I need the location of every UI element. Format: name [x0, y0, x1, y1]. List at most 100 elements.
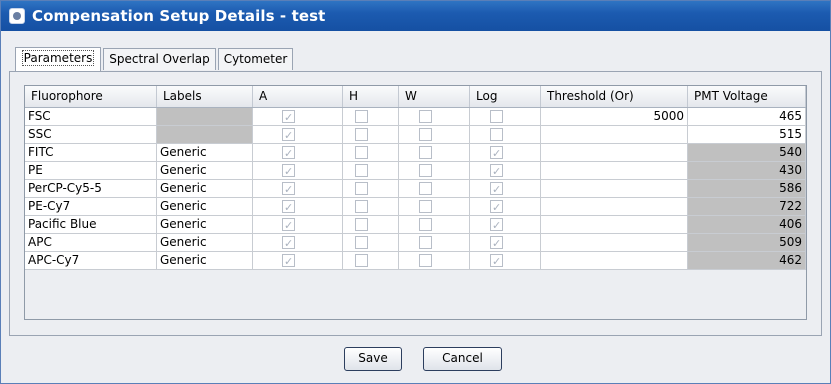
col-pmt-voltage-cell[interactable]: 462	[688, 252, 806, 270]
col-log-cell[interactable]	[470, 252, 541, 270]
table-row[interactable]: FSC 5000465	[25, 108, 806, 126]
col-fluorophore-cell[interactable]: SSC	[25, 126, 157, 144]
col-pmt-voltage-cell[interactable]: 515	[688, 126, 806, 144]
a-checkbox[interactable]	[282, 127, 295, 143]
table-row[interactable]: PEGeneric 430	[25, 162, 806, 180]
table-row[interactable]: FITCGeneric 540	[25, 144, 806, 162]
col-w-cell[interactable]	[399, 108, 470, 126]
col-pmt-voltage-cell[interactable]: 465	[688, 108, 806, 126]
col-threshold-cell[interactable]	[541, 216, 688, 234]
col-threshold-cell[interactable]: 5000	[541, 108, 688, 126]
col-labels-cell[interactable]	[157, 108, 253, 126]
log-checkbox[interactable]	[490, 199, 503, 215]
col-labels-cell[interactable]: Generic	[157, 198, 253, 216]
a-checkbox[interactable]	[282, 199, 295, 215]
tab-spectral-overlap[interactable]: Spectral Overlap	[103, 48, 216, 70]
col-a-cell[interactable]	[253, 108, 343, 126]
col-pmt-voltage-cell[interactable]: 540	[688, 144, 806, 162]
col-h-cell[interactable]	[343, 216, 399, 234]
col-a-cell[interactable]	[253, 252, 343, 270]
header-col-log[interactable]: Log	[470, 86, 541, 107]
w-checkbox[interactable]	[419, 128, 432, 141]
col-labels-cell[interactable]: Generic	[157, 144, 253, 162]
col-w-cell[interactable]	[399, 252, 470, 270]
col-fluorophore-cell[interactable]: PE	[25, 162, 157, 180]
w-checkbox[interactable]	[419, 164, 432, 177]
col-pmt-voltage-cell[interactable]: 509	[688, 234, 806, 252]
col-log-cell[interactable]	[470, 126, 541, 144]
h-checkbox[interactable]	[355, 146, 368, 159]
table-row[interactable]: APCGeneric 509	[25, 234, 806, 252]
a-checkbox[interactable]	[282, 145, 295, 161]
header-col-h[interactable]: H	[343, 86, 399, 107]
col-a-cell[interactable]	[253, 180, 343, 198]
col-a-cell[interactable]	[253, 234, 343, 252]
col-threshold-cell[interactable]	[541, 162, 688, 180]
col-labels-cell[interactable]: Generic	[157, 180, 253, 198]
log-checkbox[interactable]	[490, 217, 503, 233]
col-threshold-cell[interactable]	[541, 126, 688, 144]
cancel-button[interactable]: Cancel	[423, 347, 502, 371]
col-w-cell[interactable]	[399, 198, 470, 216]
col-fluorophore-cell[interactable]: PE-Cy7	[25, 198, 157, 216]
h-checkbox[interactable]	[355, 128, 368, 141]
col-a-cell[interactable]	[253, 126, 343, 144]
col-w-cell[interactable]	[399, 234, 470, 252]
w-checkbox[interactable]	[419, 110, 432, 123]
log-checkbox[interactable]	[490, 110, 503, 123]
col-h-cell[interactable]	[343, 234, 399, 252]
col-threshold-cell[interactable]	[541, 144, 688, 162]
col-threshold-cell[interactable]	[541, 234, 688, 252]
h-checkbox[interactable]	[355, 200, 368, 213]
col-fluorophore-cell[interactable]: APC	[25, 234, 157, 252]
col-a-cell[interactable]	[253, 216, 343, 234]
tab-parameters[interactable]: Parameters	[15, 47, 101, 71]
col-h-cell[interactable]	[343, 126, 399, 144]
col-a-cell[interactable]	[253, 198, 343, 216]
col-labels-cell[interactable]: Generic	[157, 234, 253, 252]
col-pmt-voltage-cell[interactable]: 430	[688, 162, 806, 180]
col-w-cell[interactable]	[399, 162, 470, 180]
header-col-labels[interactable]: Labels	[157, 86, 253, 107]
log-checkbox[interactable]	[490, 253, 503, 269]
table-row[interactable]: APC-Cy7Generic 462	[25, 252, 806, 270]
col-fluorophore-cell[interactable]: FITC	[25, 144, 157, 162]
w-checkbox[interactable]	[419, 236, 432, 249]
col-h-cell[interactable]	[343, 108, 399, 126]
h-checkbox[interactable]	[355, 110, 368, 123]
col-log-cell[interactable]	[470, 216, 541, 234]
a-checkbox[interactable]	[282, 235, 295, 251]
w-checkbox[interactable]	[419, 218, 432, 231]
col-fluorophore-cell[interactable]: Pacific Blue	[25, 216, 157, 234]
a-checkbox[interactable]	[282, 109, 295, 125]
h-checkbox[interactable]	[355, 182, 368, 195]
header-col-fluorophore[interactable]: Fluorophore	[25, 86, 157, 107]
title-bar[interactable]: Compensation Setup Details - test	[1, 1, 830, 31]
w-checkbox[interactable]	[419, 254, 432, 267]
h-checkbox[interactable]	[355, 218, 368, 231]
col-threshold-cell[interactable]	[541, 198, 688, 216]
table-row[interactable]: SSC 515	[25, 126, 806, 144]
col-threshold-cell[interactable]	[541, 180, 688, 198]
col-pmt-voltage-cell[interactable]: 586	[688, 180, 806, 198]
col-log-cell[interactable]	[470, 180, 541, 198]
save-button[interactable]: Save	[344, 347, 402, 371]
col-w-cell[interactable]	[399, 180, 470, 198]
col-h-cell[interactable]	[343, 144, 399, 162]
col-log-cell[interactable]	[470, 162, 541, 180]
a-checkbox[interactable]	[282, 253, 295, 269]
w-checkbox[interactable]	[419, 146, 432, 159]
col-log-cell[interactable]	[470, 108, 541, 126]
h-checkbox[interactable]	[355, 254, 368, 267]
col-log-cell[interactable]	[470, 234, 541, 252]
header-col-a[interactable]: A	[253, 86, 343, 107]
col-pmt-voltage-cell[interactable]: 722	[688, 198, 806, 216]
col-labels-cell[interactable]: Generic	[157, 162, 253, 180]
col-labels-cell[interactable]: Generic	[157, 252, 253, 270]
col-h-cell[interactable]	[343, 198, 399, 216]
log-checkbox[interactable]	[490, 181, 503, 197]
col-h-cell[interactable]	[343, 162, 399, 180]
col-a-cell[interactable]	[253, 162, 343, 180]
header-col-pmt-voltage[interactable]: PMT Voltage	[688, 86, 806, 107]
log-checkbox[interactable]	[490, 163, 503, 179]
